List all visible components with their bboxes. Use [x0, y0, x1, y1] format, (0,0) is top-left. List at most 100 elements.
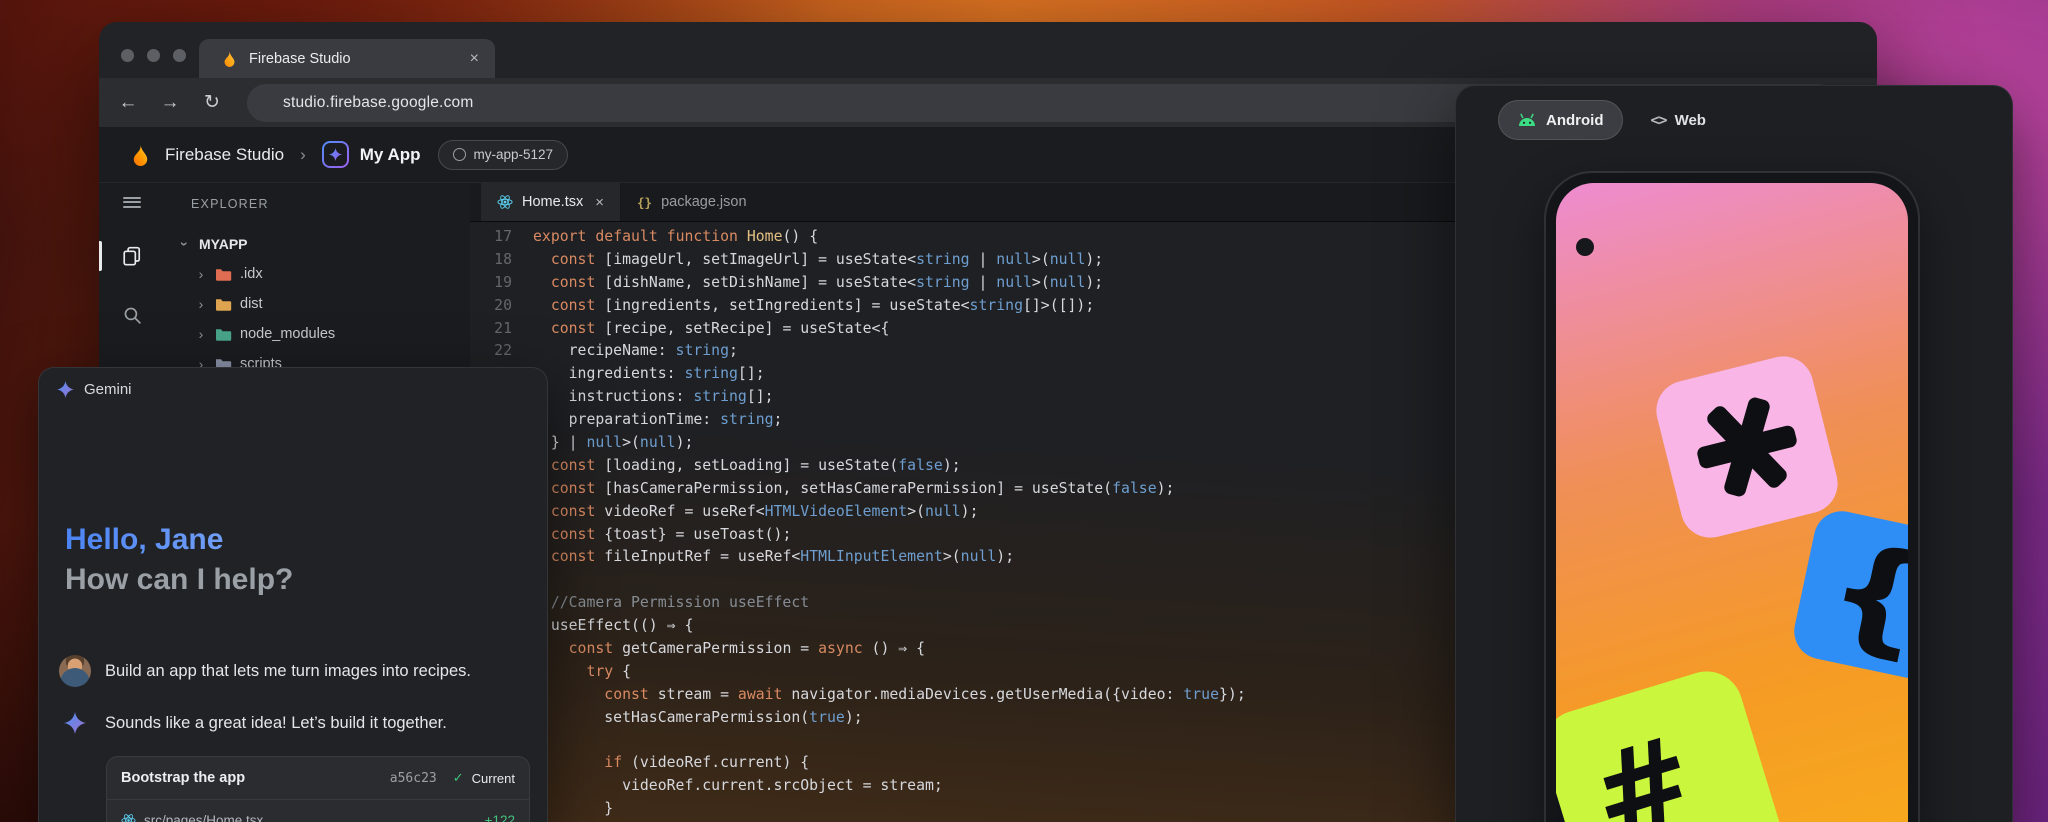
- editor-tab-label: package.json: [661, 194, 746, 210]
- code-line-text: preparationTime: string;: [533, 409, 782, 432]
- code-line-text: instructions: string[];: [533, 386, 774, 409]
- camera-hole: [1576, 238, 1594, 256]
- folder-icon: [215, 267, 232, 282]
- code-line-text: const [imageUrl, setImageUrl] = useState…: [533, 249, 1103, 272]
- close-tab-icon[interactable]: ×: [470, 50, 479, 68]
- close-editor-tab-icon[interactable]: ×: [595, 194, 604, 211]
- editor-tab-label: Home.tsx: [522, 194, 583, 210]
- minimize-window-button[interactable]: [147, 49, 160, 62]
- greeting-line-1: Hello, Jane: [65, 520, 293, 560]
- tree-item-idx[interactable]: › .idx: [165, 259, 470, 289]
- folder-icon: [215, 327, 232, 342]
- code-line-text: //Camera Permission useEffect: [533, 592, 809, 615]
- status-badge: Current: [472, 771, 515, 786]
- tab-strip: Firebase Studio ×: [99, 22, 1877, 78]
- asterisk-icon: [1686, 386, 1807, 507]
- project-id-pill[interactable]: my-app-5127: [438, 140, 569, 170]
- code-line-text: const getCameraPermission = async () ⇒ {: [533, 638, 925, 661]
- code-line-text: const [hasCameraPermission, setHasCamera…: [533, 478, 1174, 501]
- code-line-text: recipeName: string;: [533, 340, 738, 363]
- chevron-down-icon: ›: [177, 236, 193, 252]
- code-line-text: videoRef.current.srcObject = stream;: [533, 775, 943, 798]
- check-icon: ✓: [453, 770, 464, 786]
- gemini-star-icon: [57, 381, 74, 398]
- code-line-text: const stream = await navigator.mediaDevi…: [533, 684, 1246, 707]
- green-square-shape: #: [1556, 663, 1790, 822]
- android-icon: [1517, 113, 1537, 127]
- project-id-icon: [453, 148, 466, 161]
- forward-button[interactable]: →: [149, 92, 191, 114]
- menu-button[interactable]: [99, 184, 165, 220]
- spark-icon: [329, 148, 342, 161]
- code-line-text: useEffect(() ⇒ {: [533, 615, 693, 638]
- explorer-button[interactable]: [99, 238, 165, 274]
- search-button[interactable]: [99, 297, 165, 333]
- react-icon: [121, 813, 136, 822]
- message-text: Build an app that lets me turn images in…: [105, 662, 471, 681]
- pink-square-shape: [1650, 350, 1844, 544]
- code-line-text: setHasCameraPermission(true);: [533, 707, 863, 730]
- task-card[interactable]: Bootstrap the app a56c23 ✓ Current src/p…: [106, 756, 530, 822]
- code-line-text: const [recipe, setRecipe] = useState<{: [533, 318, 889, 341]
- editor-tab-package[interactable]: {} package.json: [621, 183, 763, 221]
- firebase-favicon-icon: [221, 50, 238, 67]
- android-toggle[interactable]: Android: [1498, 100, 1623, 140]
- folder-icon: [215, 297, 232, 312]
- tree-item-node-modules[interactable]: › node_modules: [165, 319, 470, 349]
- line-number: 22: [470, 340, 512, 363]
- react-icon: [497, 194, 513, 210]
- gemini-title: Gemini: [84, 381, 132, 398]
- code-line-text: const [ingredients, setIngredients] = us…: [533, 295, 1094, 318]
- file-path: src/pages/Home.tsx: [144, 813, 477, 822]
- code-line-text: const [dishName, setDishName] = useState…: [533, 272, 1103, 295]
- line-number: 20: [470, 295, 512, 318]
- gemini-panel: Gemini Hello, Jane How can I help? Build…: [38, 367, 548, 822]
- line-number: 19: [470, 272, 512, 295]
- close-window-button[interactable]: [121, 49, 134, 62]
- file-tree: › MYAPP › .idx ›: [165, 229, 470, 379]
- task-title: Bootstrap the app: [121, 770, 382, 786]
- search-icon: [123, 306, 142, 325]
- curly-braces-icon: {}: [637, 195, 652, 210]
- code-line-text: if (videoRef.current) {: [533, 752, 809, 775]
- task-card-header[interactable]: Bootstrap the app a56c23 ✓ Current: [107, 757, 529, 799]
- phone-screen[interactable]: { #: [1556, 183, 1908, 822]
- reload-button[interactable]: ↻: [191, 91, 233, 114]
- greeting-line-2: How can I help?: [65, 560, 293, 600]
- message-text: Sounds like a great idea! Let’s build it…: [105, 714, 447, 733]
- project-name: My App: [360, 145, 421, 165]
- explorer-title: EXPLORER: [191, 197, 269, 211]
- tree-item-label: .idx: [240, 266, 263, 282]
- stage: Firebase Studio × ← → ↻ studio.firebase.…: [0, 0, 2048, 822]
- code-line-text: ingredients: string[];: [533, 363, 765, 386]
- back-button[interactable]: ←: [107, 92, 149, 114]
- firebase-logo-icon: [129, 143, 152, 166]
- code-brackets-icon: <>: [1651, 111, 1667, 129]
- gemini-header: Gemini: [57, 381, 132, 398]
- tree-item-dist[interactable]: › dist: [165, 289, 470, 319]
- device-preview-panel: Android <> Web { #: [1455, 85, 2013, 822]
- code-line-text: const [loading, setLoading] = useState(f…: [533, 455, 961, 478]
- line-number: 18: [470, 249, 512, 272]
- web-toggle[interactable]: <> Web: [1651, 111, 1706, 129]
- tree-root-myapp[interactable]: › MYAPP: [165, 229, 470, 259]
- maximize-window-button[interactable]: [173, 49, 186, 62]
- chat-message-gemini: Sounds like a great idea! Let’s build it…: [59, 707, 531, 739]
- url-text: studio.firebase.google.com: [283, 94, 473, 112]
- brace-glyph: {: [1814, 515, 1908, 675]
- browser-tab[interactable]: Firebase Studio ×: [199, 39, 495, 78]
- code-line-text: const {toast} = useToast();: [533, 524, 791, 547]
- editor-tab-home[interactable]: Home.tsx ×: [481, 183, 621, 221]
- gemini-greeting: Hello, Jane How can I help?: [65, 520, 293, 600]
- line-number: 17: [470, 226, 512, 249]
- code-line-text: const fileInputRef = useRef<HTMLInputEle…: [533, 546, 1014, 569]
- window-controls: [121, 49, 186, 62]
- task-file-row[interactable]: src/pages/Home.tsx +122: [107, 800, 529, 822]
- android-toggle-label: Android: [1546, 112, 1604, 129]
- blue-square-shape: {: [1789, 506, 1908, 684]
- web-toggle-label: Web: [1675, 112, 1706, 129]
- tree-item-label: dist: [240, 296, 263, 312]
- tab-title: Firebase Studio: [249, 51, 470, 67]
- code-line-text: const videoRef = useRef<HTMLVideoElement…: [533, 501, 978, 524]
- hash-glyph: #: [1575, 708, 1710, 822]
